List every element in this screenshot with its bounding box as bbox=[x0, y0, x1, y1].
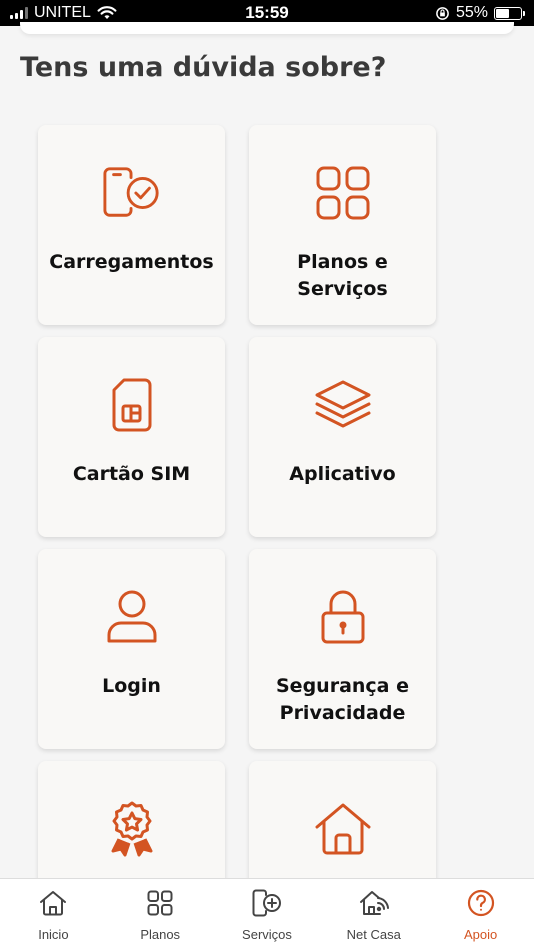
category-label: Aplicativo bbox=[289, 463, 396, 485]
nav-label: Apoio bbox=[463, 927, 498, 942]
home-wifi-icon bbox=[358, 887, 390, 919]
category-label: Planos e Serviços bbox=[297, 251, 388, 300]
category-card-aplicativo[interactable]: Aplicativo bbox=[249, 337, 436, 537]
status-time: 15:59 bbox=[245, 3, 289, 22]
home-icon bbox=[37, 887, 69, 919]
category-label: Carregamentos bbox=[49, 251, 214, 273]
nav-label: Net Casa bbox=[346, 927, 401, 942]
grid-icon bbox=[313, 165, 373, 221]
nav-item-net-casa[interactable]: Net Casa bbox=[324, 887, 424, 942]
grid-icon bbox=[144, 887, 176, 919]
category-grid: Carregamentos Planos e Serviços Cartão S… bbox=[38, 125, 436, 950]
award-icon bbox=[102, 801, 162, 857]
orientation-lock-icon bbox=[436, 6, 449, 20]
section-title: Tens uma dúvida sobre? bbox=[20, 52, 387, 83]
previous-card-edge bbox=[20, 22, 514, 34]
nav-item-servicos[interactable]: Serviços bbox=[217, 887, 317, 942]
category-card-planos-servicos[interactable]: Planos e Serviços bbox=[249, 125, 436, 325]
nav-label: Planos bbox=[140, 927, 181, 942]
battery-icon bbox=[494, 6, 525, 20]
home-icon bbox=[313, 801, 373, 857]
category-card-cartao-sim[interactable]: Cartão SIM bbox=[38, 337, 225, 537]
lock-icon bbox=[313, 589, 373, 645]
phone-check-icon bbox=[102, 165, 162, 221]
category-card-seguranca-privacidade[interactable]: Segurança e Privacidade bbox=[249, 549, 436, 749]
nav-item-inicio[interactable]: Inicio bbox=[3, 887, 103, 942]
category-label: Login bbox=[102, 675, 161, 697]
category-label: Segurança e Privacidade bbox=[276, 675, 409, 724]
layers-icon bbox=[313, 377, 373, 433]
help-icon bbox=[465, 887, 497, 919]
nav-label: Inicio bbox=[38, 927, 69, 942]
battery-percent: 55% bbox=[455, 4, 488, 21]
nav-item-apoio[interactable]: Apoio bbox=[431, 887, 531, 942]
nav-label: Serviços bbox=[242, 927, 292, 942]
phone-plus-icon bbox=[251, 887, 283, 919]
wifi-icon bbox=[97, 6, 117, 19]
carrier-name: UNITEL bbox=[34, 4, 91, 21]
category-card-carregamentos[interactable]: Carregamentos bbox=[38, 125, 225, 325]
nav-item-planos[interactable]: Planos bbox=[110, 887, 210, 942]
user-icon bbox=[102, 589, 162, 645]
signal-icon bbox=[10, 7, 28, 19]
sim-card-icon bbox=[102, 377, 162, 433]
bottom-nav: Inicio Planos Serviços Net Casa Apoio bbox=[0, 878, 534, 950]
category-label: Cartão SIM bbox=[72, 463, 191, 485]
category-card-login[interactable]: Login bbox=[38, 549, 225, 749]
